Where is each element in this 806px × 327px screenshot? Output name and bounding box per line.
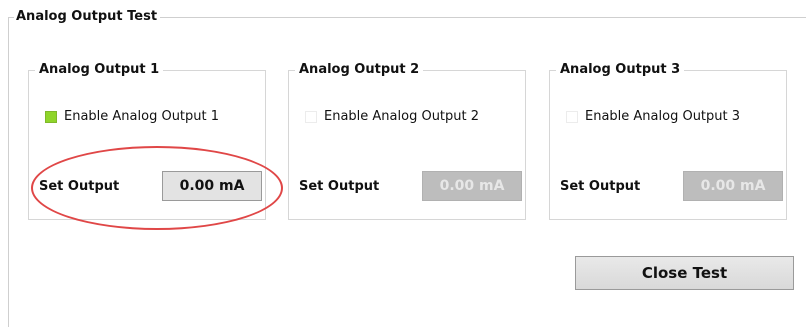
enable-output-3-label[interactable]: Enable Analog Output 3 xyxy=(585,108,740,126)
panel-title: Analog Output 2 xyxy=(295,61,424,79)
output-1-value-button[interactable]: 0.00 mA xyxy=(162,171,262,201)
panel-analog-output-2: Analog Output 2 Enable Analog Output 2 S… xyxy=(288,61,526,220)
output-2-value-button: 0.00 mA xyxy=(422,171,522,201)
enable-output-2-checkbox[interactable] xyxy=(305,111,317,123)
close-test-button[interactable]: Close Test xyxy=(575,256,794,290)
set-output-label: Set Output xyxy=(299,179,380,194)
enable-output-1-checkbox[interactable] xyxy=(45,111,57,123)
panel-title: Analog Output 3 xyxy=(556,61,685,79)
output-3-value-button: 0.00 mA xyxy=(683,171,783,201)
set-output-label: Set Output xyxy=(39,179,120,194)
set-output-label: Set Output xyxy=(560,179,641,194)
enable-output-2-label[interactable]: Enable Analog Output 2 xyxy=(324,108,479,126)
enable-output-3-checkbox[interactable] xyxy=(566,111,578,123)
panel-title: Analog Output 1 xyxy=(35,61,164,79)
group-title: Analog Output Test xyxy=(14,8,161,26)
enable-output-1-label[interactable]: Enable Analog Output 1 xyxy=(64,108,219,126)
panel-analog-output-1: Analog Output 1 Enable Analog Output 1 S… xyxy=(28,61,266,220)
panel-analog-output-3: Analog Output 3 Enable Analog Output 3 S… xyxy=(549,61,787,220)
